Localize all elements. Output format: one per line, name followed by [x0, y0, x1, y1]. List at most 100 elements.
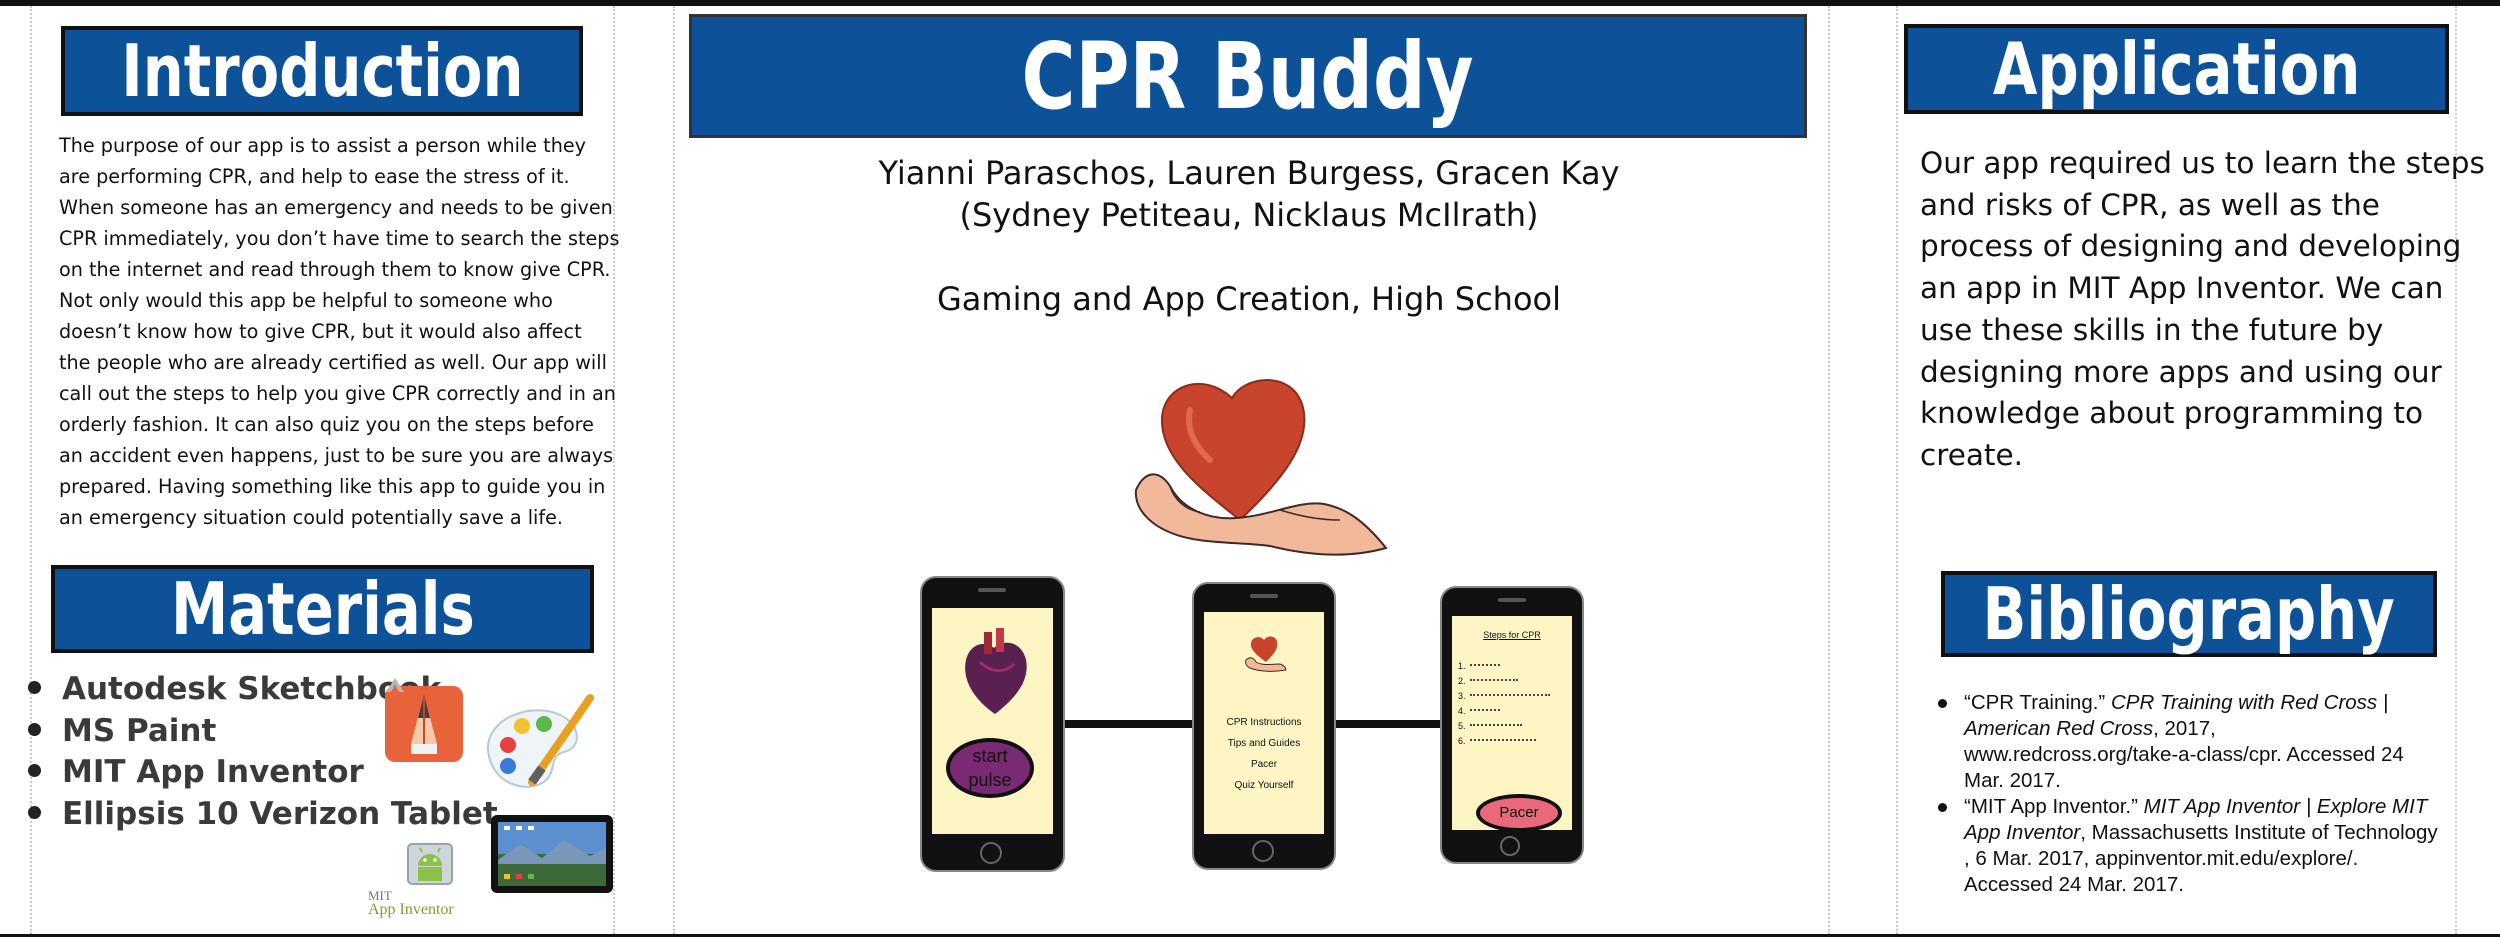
steps-list: 1. 2. 3. 4. 5. 6. [1458, 658, 1568, 748]
introduction-line: call out the steps to help you give CPR … [59, 382, 616, 405]
category-line: Gaming and App Creation, High School [937, 280, 1561, 318]
materials-item: Ellipsis 10 Verizon Tablet [28, 794, 498, 836]
step-text-scribble [1470, 693, 1550, 698]
bullet-icon [28, 681, 41, 694]
application-line: use these skills in the future by [1920, 312, 2384, 347]
application-line: create. [1920, 437, 2024, 472]
phone-speaker [1250, 594, 1278, 598]
column-divider [673, 6, 675, 934]
poster-title: CPR Buddy [689, 14, 1807, 138]
phone-screen: Steps for CPR 1. 2. 3. 4. 5. 6. Pacer [1452, 616, 1572, 832]
introduction-body: The purpose of our app is to assist a pe… [59, 130, 619, 533]
introduction-line: Not only would this app be helpful to so… [59, 289, 553, 312]
application-line: and risks of CPR, as well as the [1920, 187, 2380, 222]
step-row: 6. [1458, 733, 1568, 748]
bibliography-entry: “MIT App Inventor.” MIT App Inventor | E… [1938, 794, 2478, 898]
phone-steps-screen: Steps for CPR 1. 2. 3. 4. 5. 6. Pacer [1440, 586, 1584, 864]
step-number: 2. [1458, 675, 1466, 686]
phone-speaker [1498, 598, 1526, 602]
phone-menu-item[interactable]: Quiz Yourself [1204, 775, 1324, 796]
application-line: an app in MIT App Inventor. We can [1920, 271, 2444, 306]
bibliography-list: “CPR Training.” CPR Training with Red Cr… [1938, 690, 2478, 898]
materials-item-label: MS Paint [62, 712, 217, 749]
steps-header: Steps for CPR [1483, 630, 1541, 640]
bullet-icon [28, 805, 41, 819]
phone-menu-item[interactable]: Tips and Guides [1204, 733, 1324, 754]
introduction-line: are performing CPR, and help to ease the… [59, 165, 570, 188]
bibliography-title-italic: American Red Cross [1964, 717, 2154, 740]
step-number: 6. [1458, 735, 1466, 746]
application-body: Our app required us to learn the steps an… [1920, 143, 2485, 477]
bibliography-line: American Red Cross, 2017, [1964, 716, 2478, 742]
introduction-line: doesn’t know how to give CPR, but it wou… [59, 320, 582, 343]
introduction-line: the people who are already certified as … [59, 351, 607, 374]
step-number: 5. [1458, 720, 1466, 731]
introduction-line: The purpose of our app is to assist a pe… [59, 134, 587, 157]
phone-screen: CPR Instructions Tips and Guides Pacer Quiz… [1204, 612, 1324, 834]
introduction-line: prepared. Having something like this app… [59, 475, 606, 498]
tablet-image [491, 815, 613, 893]
step-row: 2. [1458, 673, 1568, 688]
authors-line-2: (Sydney Petiteau, Nicklaus McIlrath) [959, 196, 1539, 234]
start-pulse-label-1: start [972, 746, 1008, 766]
bibliography-text: , 2017, [2153, 717, 2216, 740]
ms-paint-icon [486, 694, 594, 788]
start-pulse-button[interactable]: start pulse [946, 738, 1034, 798]
bibliography-text: Accessed 24 Mar. 2017. [1964, 873, 2184, 896]
application-heading-text: Application [1992, 27, 2361, 111]
application-line: Our app required us to learn the steps [1920, 146, 2485, 180]
application-heading: Application [1904, 24, 2449, 114]
app-inventor-logo-text: App Inventor [368, 901, 454, 918]
bibliography-heading: Bibliography [1941, 571, 2437, 657]
anatomical-heart-icon [965, 628, 1027, 714]
phone-menu-item[interactable]: Pacer [1204, 754, 1324, 775]
materials-item-label: Ellipsis 10 Verizon Tablet [62, 795, 498, 832]
sketchbook-icon [385, 686, 463, 762]
step-text-scribble [1470, 738, 1536, 743]
step-row: 5. [1458, 718, 1568, 733]
bibliography-line: “CPR Training.” CPR Training with Red Cr… [1964, 690, 2478, 716]
introduction-heading: Introduction [61, 26, 583, 116]
step-number: 1. [1458, 660, 1466, 671]
top-border [0, 0, 2500, 6]
column-divider [1896, 6, 1898, 934]
introduction-heading-text: Introduction [120, 29, 524, 113]
bibliography-text: , 6 Mar. 2017, appinventor.mit.edu/explo… [1964, 847, 2359, 870]
bibliography-heading-text: Bibliography [1982, 572, 2396, 656]
bibliography-title-italic: MIT App Inventor | Explore MIT [2143, 795, 2428, 818]
step-row: 4. [1458, 703, 1568, 718]
bibliography-line: Mar. 2017. [1964, 768, 2478, 794]
bibliography-text: , Massachusetts Institute of Technology [2080, 821, 2438, 844]
phone-menu-screen: CPR Instructions Tips and Guides Pacer Quiz… [1192, 582, 1336, 870]
pacer-button[interactable]: Pacer [1476, 794, 1562, 832]
materials-item-label: MIT App Inventor [62, 754, 364, 790]
bibliography-text: Mar. 2017. [1964, 769, 2061, 792]
phone-connector [1331, 720, 1442, 728]
materials-heading-text: Materials [170, 567, 475, 651]
phone-speaker [978, 588, 1006, 592]
introduction-line: on the internet and read through them to… [59, 258, 611, 281]
bibliography-text: www.redcross.org/take-a-class/cpr. Acces… [1964, 743, 2404, 766]
start-pulse-label-2: pulse [968, 770, 1012, 790]
application-line: process of designing and developing [1920, 229, 2462, 264]
bibliography-text: “CPR Training.” [1964, 691, 2111, 714]
poster-title-text: CPR Buddy [1021, 22, 1475, 130]
phone-home-button [1500, 836, 1520, 856]
column-divider [1828, 6, 1830, 934]
bibliography-line: App Inventor, Massachusetts Institute of… [1964, 820, 2478, 846]
introduction-line: orderly fashion. It can also quiz you on… [59, 413, 594, 436]
phone-home-button [1252, 840, 1274, 862]
step-text-scribble [1470, 678, 1518, 683]
step-number: 3. [1458, 690, 1466, 701]
bullet-icon [28, 722, 41, 736]
column-divider [613, 6, 615, 934]
pacer-button-label: Pacer [1499, 804, 1539, 821]
phone-start-screen: start pulse [920, 576, 1065, 872]
application-line: designing more apps and using our [1920, 354, 2442, 389]
phone-connector [1060, 720, 1194, 728]
bibliography-entry: “CPR Training.” CPR Training with Red Cr… [1938, 690, 2478, 794]
bibliography-line: , 6 Mar. 2017, appinventor.mit.edu/explo… [1964, 846, 2478, 872]
phone-menu-item[interactable]: CPR Instructions [1204, 712, 1324, 733]
phone-screen: start pulse [932, 608, 1053, 834]
phone-home-button [980, 842, 1002, 864]
